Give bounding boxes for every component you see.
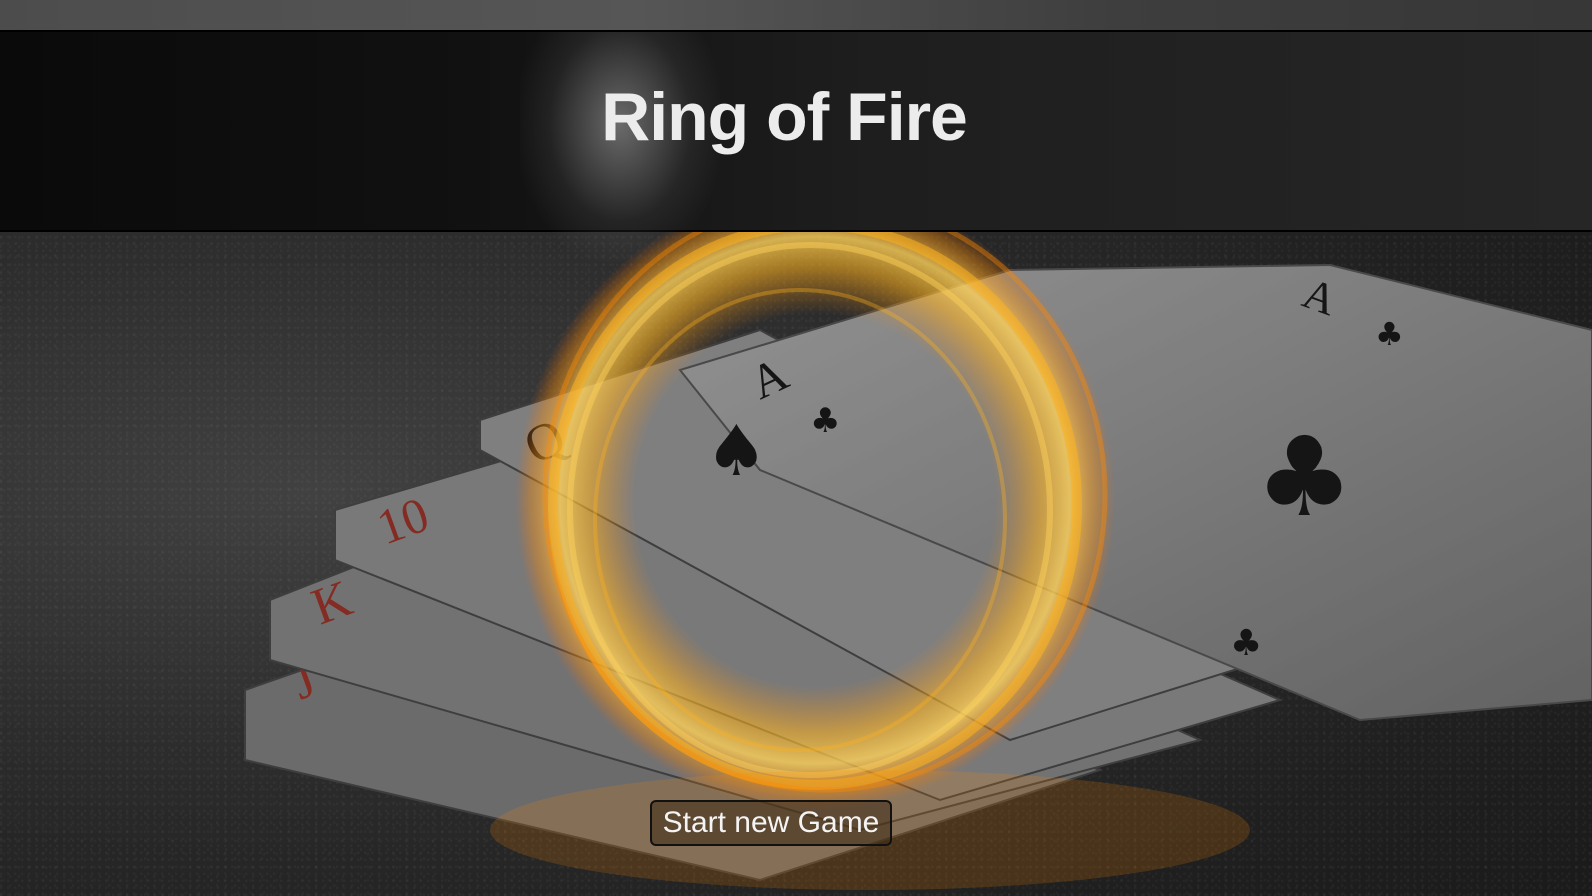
game-screen: J K 10 Q A ♣ ♠ A ♣ ♣ ♣ bbox=[0, 0, 1592, 896]
page-title: Ring of Fire bbox=[601, 79, 968, 155]
start-new-game-button[interactable]: Start new Game bbox=[650, 800, 892, 846]
